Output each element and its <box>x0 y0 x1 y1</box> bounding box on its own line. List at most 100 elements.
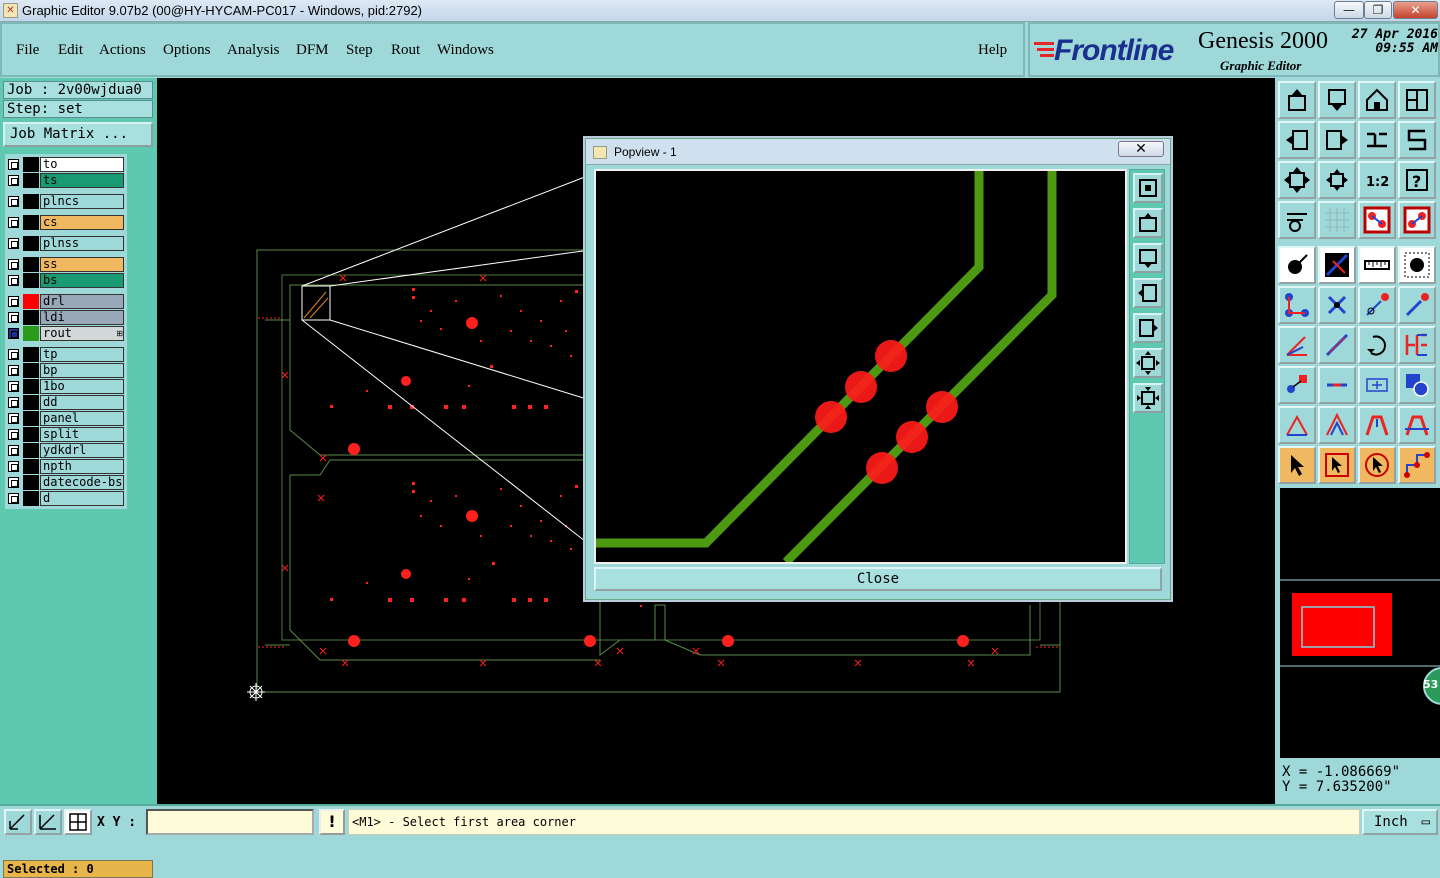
layer-name[interactable]: split <box>40 427 124 442</box>
layer-row-tp[interactable]: tp <box>5 347 125 362</box>
arch-button[interactable] <box>1358 406 1396 444</box>
menu-step[interactable]: Step <box>346 42 373 59</box>
layer-checkbox[interactable] <box>8 429 19 440</box>
layer-name[interactable]: bp <box>40 363 124 378</box>
measure-tool-button[interactable] <box>1278 201 1316 239</box>
layer-row-ydkdrl[interactable]: ydkdrl <box>5 443 125 458</box>
layer-name[interactable]: drl <box>40 294 124 309</box>
menu-actions[interactable]: Actions <box>99 42 146 59</box>
layer-checkbox[interactable] <box>8 381 19 392</box>
layer-row-d[interactable]: d <box>5 491 125 506</box>
layer-row-ss[interactable]: ss <box>5 257 125 272</box>
layer-checkbox[interactable] <box>8 175 19 186</box>
layer-name[interactable]: cs <box>40 215 124 230</box>
layer-row-drl[interactable]: drl <box>5 294 125 309</box>
layer-color-swatch[interactable] <box>23 491 39 506</box>
grid-button[interactable] <box>1318 201 1356 239</box>
pad-button[interactable] <box>1278 246 1316 284</box>
layer-row-bp[interactable]: bp <box>5 363 125 378</box>
page-up-button[interactable] <box>1278 81 1316 119</box>
swap-button[interactable] <box>1358 121 1396 159</box>
layer-color-swatch[interactable] <box>23 395 39 410</box>
layer-color-swatch[interactable] <box>23 363 39 378</box>
layer-name[interactable]: ldi <box>40 310 124 325</box>
menu-help[interactable]: Help <box>978 42 1007 59</box>
unit-selector[interactable]: Inch ▭ <box>1362 809 1438 835</box>
layer-color-swatch[interactable] <box>23 427 39 442</box>
layer-checkbox[interactable] <box>8 397 19 408</box>
layer-name[interactable]: plnss <box>40 236 124 251</box>
layer-color-swatch[interactable] <box>23 194 39 209</box>
select-circle-button[interactable] <box>1358 446 1396 484</box>
layer-checkbox[interactable] <box>8 445 19 456</box>
cross-button[interactable] <box>1318 286 1356 324</box>
menu-file[interactable]: File <box>16 42 39 59</box>
layer-color-swatch[interactable] <box>23 379 39 394</box>
layer-row-panel[interactable]: panel <box>5 411 125 426</box>
layer-name[interactable]: datecode-bs <box>40 475 124 490</box>
diagonal-button[interactable] <box>1318 326 1356 364</box>
layer-row-npth[interactable]: npth <box>5 459 125 474</box>
layer-color-swatch[interactable] <box>23 310 39 325</box>
snake-button[interactable] <box>1398 121 1436 159</box>
layer-color-swatch[interactable] <box>23 294 39 309</box>
layer-color-swatch[interactable] <box>23 326 39 341</box>
layer-color-swatch[interactable] <box>23 173 39 188</box>
select-box-button[interactable] <box>1318 446 1356 484</box>
select-arrow-button[interactable] <box>1278 446 1316 484</box>
move-button[interactable] <box>1278 366 1316 404</box>
layer-name[interactable]: ts <box>40 173 124 188</box>
layer-checkbox[interactable] <box>8 259 19 270</box>
pan-left-button[interactable] <box>1278 121 1316 159</box>
help-button[interactable]: ? <box>1398 161 1436 199</box>
grid-mode-button[interactable] <box>64 809 92 835</box>
popview-zoom-out-button[interactable] <box>1133 383 1163 413</box>
layer-name[interactable]: plncs <box>40 194 124 209</box>
close-button[interactable]: ✕ <box>1393 1 1438 19</box>
popview-zoom-fit-button[interactable] <box>1133 173 1163 203</box>
arch-alt-button[interactable] <box>1398 406 1436 444</box>
layer-color-swatch[interactable] <box>23 157 39 172</box>
angle-button[interactable] <box>1278 326 1316 364</box>
layer-row-to[interactable]: to <box>5 157 125 172</box>
maximize-button[interactable]: ❐ <box>1364 1 1392 19</box>
minimize-button[interactable]: — <box>1334 1 1364 19</box>
layer-color-swatch[interactable] <box>23 443 39 458</box>
layer-checkbox[interactable] <box>8 196 19 207</box>
dot-button[interactable] <box>1398 246 1436 284</box>
arrow-point-button[interactable] <box>1358 286 1396 324</box>
popview-close-x-button[interactable]: ✕ <box>1118 141 1164 157</box>
layer-color-swatch[interactable] <box>23 215 39 230</box>
layer-name[interactable]: to <box>40 157 124 172</box>
popview-pan-left-button[interactable] <box>1133 278 1163 308</box>
layer-color-swatch[interactable] <box>23 475 39 490</box>
menu-rout[interactable]: Rout <box>391 42 420 59</box>
pan-right-button[interactable] <box>1318 121 1356 159</box>
menu-dfm[interactable]: DFM <box>296 42 329 59</box>
layer-checkbox[interactable] <box>8 238 19 249</box>
layer-name[interactable]: ss <box>40 257 124 272</box>
layer-checkbox[interactable] <box>8 349 19 360</box>
zoom-fit-button[interactable] <box>1278 161 1316 199</box>
ruler-button[interactable] <box>1358 246 1396 284</box>
layer-color-swatch[interactable] <box>23 459 39 474</box>
layer-color-swatch[interactable] <box>23 273 39 288</box>
layer-color-swatch[interactable] <box>23 411 39 426</box>
layer-row-rout[interactable]: rout ⊞ <box>5 326 125 341</box>
layer-checkbox[interactable] <box>8 312 19 323</box>
layer-row-ts[interactable]: ts <box>5 173 125 188</box>
layer-name[interactable]: tp <box>40 347 124 362</box>
layer-row-bs[interactable]: bs <box>5 273 125 288</box>
cut-button[interactable] <box>1318 366 1356 404</box>
layer-checkbox[interactable] <box>8 461 19 472</box>
layer-checkbox[interactable] <box>8 159 19 170</box>
layer-color-swatch[interactable] <box>23 347 39 362</box>
layer-name[interactable]: ydkdrl <box>40 443 124 458</box>
layer-checkbox[interactable] <box>8 477 19 488</box>
menu-options[interactable]: Options <box>163 42 211 59</box>
layer-row-split[interactable]: split <box>5 427 125 442</box>
xy-input[interactable] <box>146 809 314 835</box>
layer-color-swatch[interactable] <box>23 236 39 251</box>
layer-checkbox[interactable] <box>8 275 19 286</box>
layer-row-cs[interactable]: cs <box>5 215 125 230</box>
